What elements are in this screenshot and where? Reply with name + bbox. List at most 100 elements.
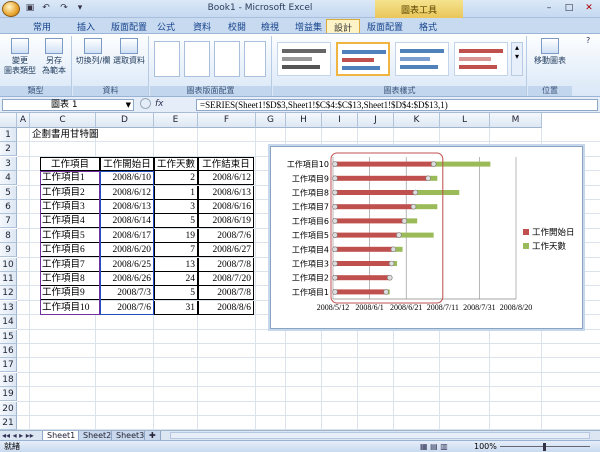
row-header-12[interactable]: 12 <box>0 286 17 301</box>
gantt-chart[interactable]: 2008/5/12 2008/6/1 2008/6/21 2008/7/11 2008/… <box>270 146 583 329</box>
table-header[interactable]: 工作項目 <box>40 156 100 171</box>
table-cell[interactable]: 2008/7/20 <box>198 272 254 286</box>
chart-style-1[interactable] <box>277 42 331 76</box>
view-buttons-icon[interactable]: ▦ ▤ ▥ <box>420 441 448 452</box>
tab-2[interactable]: 版面配置 <box>104 19 154 33</box>
table-cell[interactable]: 2 <box>154 171 198 186</box>
formula-input[interactable]: =SERIES(Sheet1!$D$3,Sheet1!$C$4:$C$13,Sh… <box>196 99 598 111</box>
table-cell[interactable]: 13 <box>154 257 198 272</box>
table-cell[interactable]: 2008/8/6 <box>198 300 254 315</box>
horizontal-scrollbar[interactable] <box>170 432 590 439</box>
maximize-icon[interactable]: □ <box>560 2 578 15</box>
name-box-dropdown-icon[interactable]: ▼ <box>126 100 131 111</box>
table-cell[interactable]: 1 <box>154 185 198 200</box>
tab-3[interactable]: 公式 <box>150 19 182 33</box>
row-header-17[interactable]: 17 <box>0 358 17 373</box>
change-chart-type-button[interactable]: 變更 圖表類型 <box>4 38 36 76</box>
move-chart-button[interactable]: 移動圖表 <box>530 38 570 66</box>
table-cell[interactable]: 2008/6/12 <box>198 171 254 186</box>
row-header-2[interactable]: 2 <box>0 142 17 157</box>
switch-row-column-button[interactable]: 切換列/欄 <box>75 38 111 66</box>
row-header-5[interactable]: 5 <box>0 185 17 200</box>
table-cell[interactable]: 2008/7/8 <box>198 257 254 272</box>
table-cell[interactable]: 7 <box>154 243 198 258</box>
sheet-title[interactable]: 企劃書用甘特圖 <box>32 128 152 142</box>
chart-layout-1[interactable] <box>154 41 180 77</box>
save-icon[interactable]: ▣ <box>24 3 36 14</box>
save-as-template-button[interactable]: 另存 為範本 <box>38 38 70 76</box>
tab-8[interactable]: 設計 <box>326 19 361 34</box>
row-header-1[interactable]: 1 <box>0 128 17 142</box>
tab-9[interactable]: 版面配置 <box>360 19 410 33</box>
tab-1[interactable]: 插入 <box>70 19 102 33</box>
row-header-18[interactable]: 18 <box>0 372 17 387</box>
row-header-10[interactable]: 10 <box>0 257 17 272</box>
chart-style-3[interactable] <box>395 42 449 76</box>
help-icon[interactable]: ? <box>586 36 596 46</box>
table-cell[interactable]: 2008/6/27 <box>198 243 254 258</box>
row-header-4[interactable]: 4 <box>0 171 17 186</box>
tab-4[interactable]: 資料 <box>186 19 218 33</box>
row-header-21[interactable]: 21 <box>0 416 17 430</box>
table-cell[interactable]: 3 <box>154 200 198 214</box>
row-header-3[interactable]: 3 <box>0 156 17 171</box>
tab-0[interactable]: 常用 <box>26 19 58 33</box>
table-header[interactable]: 工作天數 <box>154 156 198 171</box>
zoom-level[interactable]: 100% <box>474 441 497 452</box>
column-header-A[interactable]: A <box>17 113 30 128</box>
chart-layout-3[interactable] <box>214 41 240 77</box>
name-box[interactable]: 圖表 1 ▼ <box>2 99 134 111</box>
chart-layout-2[interactable] <box>184 41 210 77</box>
chart-style-4[interactable] <box>454 42 508 76</box>
tab-10[interactable]: 格式 <box>412 19 444 33</box>
row-header-13[interactable]: 13 <box>0 300 17 315</box>
fx-button[interactable]: fx <box>140 98 194 111</box>
table-header[interactable]: 工作開始日 <box>100 156 154 171</box>
row-header-14[interactable]: 14 <box>0 315 17 330</box>
column-header-L[interactable]: L <box>440 113 490 128</box>
table-cell[interactable]: 2008/6/13 <box>198 185 254 200</box>
column-header-F[interactable]: F <box>198 113 256 128</box>
row-header-11[interactable]: 11 <box>0 272 17 286</box>
row-header-6[interactable]: 6 <box>0 200 17 214</box>
column-header-E[interactable]: E <box>154 113 198 128</box>
table-cell[interactable]: 2008/6/19 <box>198 214 254 229</box>
row-header-15[interactable]: 15 <box>0 329 17 344</box>
table-header[interactable]: 工作結束日 <box>198 156 254 171</box>
worksheet-grid[interactable]: ACDEFGHIJKLM 1 2 3 4 5 6 7 8 9 10 11 12 13 14 15 16 17 18… <box>0 113 600 430</box>
expand-icon[interactable] <box>140 98 151 109</box>
row-header-19[interactable]: 19 <box>0 387 17 402</box>
redo-icon[interactable]: ↷ <box>58 3 70 14</box>
tab-7[interactable]: 增益集 <box>288 19 329 33</box>
close-icon[interactable]: ✕ <box>580 2 598 15</box>
row-header-9[interactable]: 9 <box>0 243 17 258</box>
tab-5[interactable]: 校閱 <box>221 19 253 33</box>
table-cell[interactable]: 2008/7/6 <box>198 228 254 243</box>
column-header-K[interactable]: K <box>394 113 440 128</box>
column-header-M[interactable]: M <box>490 113 542 128</box>
row-header-7[interactable]: 7 <box>0 214 17 229</box>
table-cell[interactable]: 5 <box>154 286 198 301</box>
tab-6[interactable]: 檢視 <box>254 19 286 33</box>
table-cell[interactable]: 2008/7/8 <box>198 286 254 301</box>
chart-style-scroll[interactable]: ▴ ▾ <box>511 42 523 76</box>
column-header-J[interactable]: J <box>358 113 394 128</box>
undo-icon[interactable]: ↶ <box>40 3 52 14</box>
row-header-16[interactable]: 16 <box>0 344 17 358</box>
column-header-I[interactable]: I <box>322 113 358 128</box>
table-cell[interactable]: 19 <box>154 228 198 243</box>
table-cell[interactable]: 2008/6/16 <box>198 200 254 214</box>
table-cell[interactable]: 31 <box>154 300 198 315</box>
column-header-D[interactable]: D <box>96 113 154 128</box>
select-data-button[interactable]: 選取資料 <box>111 38 147 66</box>
table-cell[interactable]: 24 <box>154 272 198 286</box>
row-header-20[interactable]: 20 <box>0 401 17 416</box>
minimize-icon[interactable]: – <box>540 2 558 15</box>
column-header-H[interactable]: H <box>286 113 322 128</box>
chart-layout-more[interactable] <box>244 41 266 77</box>
row-header-8[interactable]: 8 <box>0 228 17 243</box>
select-all-corner[interactable] <box>0 113 17 128</box>
chart-style-2[interactable] <box>336 42 390 76</box>
column-header-C[interactable]: C <box>30 113 96 128</box>
qat-dropdown-icon[interactable]: ▾ <box>74 3 86 14</box>
